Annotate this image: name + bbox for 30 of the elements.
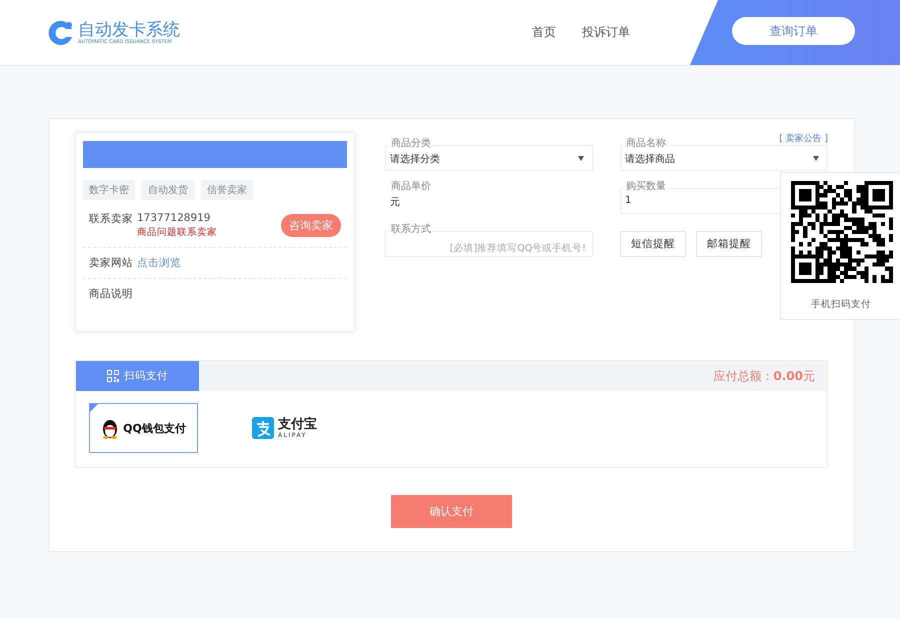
field-label: 购买数量 <box>624 181 668 193</box>
reminder-button[interactable]: 短信提醒 <box>620 231 686 257</box>
caret-icon <box>578 156 584 161</box>
nav-link[interactable]: 首页 <box>532 24 556 41</box>
nav-link[interactable]: 投诉订单 <box>582 24 630 41</box>
tag: 数字卡密 <box>83 180 135 200</box>
description-label: 商品说明 <box>89 287 134 301</box>
payment-method[interactable]: QQ钱包支付 <box>89 403 198 453</box>
tag: 自动发货 <box>142 180 194 200</box>
notice-link[interactable]: [ 卖家公告 ] <box>779 132 828 145</box>
website-label: 卖家网站 <box>89 256 134 270</box>
selected-corner-icon <box>90 404 98 412</box>
field-label: 商品单价 <box>389 181 433 193</box>
tag: 信誉卖家 <box>201 180 253 200</box>
field-label: 联系方式 <box>389 224 433 236</box>
caret-icon <box>813 156 819 161</box>
reminder-button[interactable]: 邮箱提醒 <box>696 231 762 257</box>
field-label: 商品名称 <box>624 138 668 150</box>
qr-code-icon <box>107 370 119 382</box>
contact-note: 商品问题联系卖家 <box>137 226 217 239</box>
phone-number: 17377128919 <box>137 212 212 224</box>
logo-title: 自动发卡系统 <box>78 20 180 38</box>
query-order-button[interactable]: 查询订单 <box>732 17 855 45</box>
total-amount: 应付总额：0.00元 <box>713 368 815 384</box>
qr-caption: 手机扫码支付 <box>811 298 872 311</box>
contact-label: 联系卖家 <box>89 212 134 226</box>
field-label: 商品分类 <box>389 138 433 150</box>
logo-icon <box>48 20 74 46</box>
penguin-icon <box>101 417 120 439</box>
alipay-icon <box>252 417 274 439</box>
